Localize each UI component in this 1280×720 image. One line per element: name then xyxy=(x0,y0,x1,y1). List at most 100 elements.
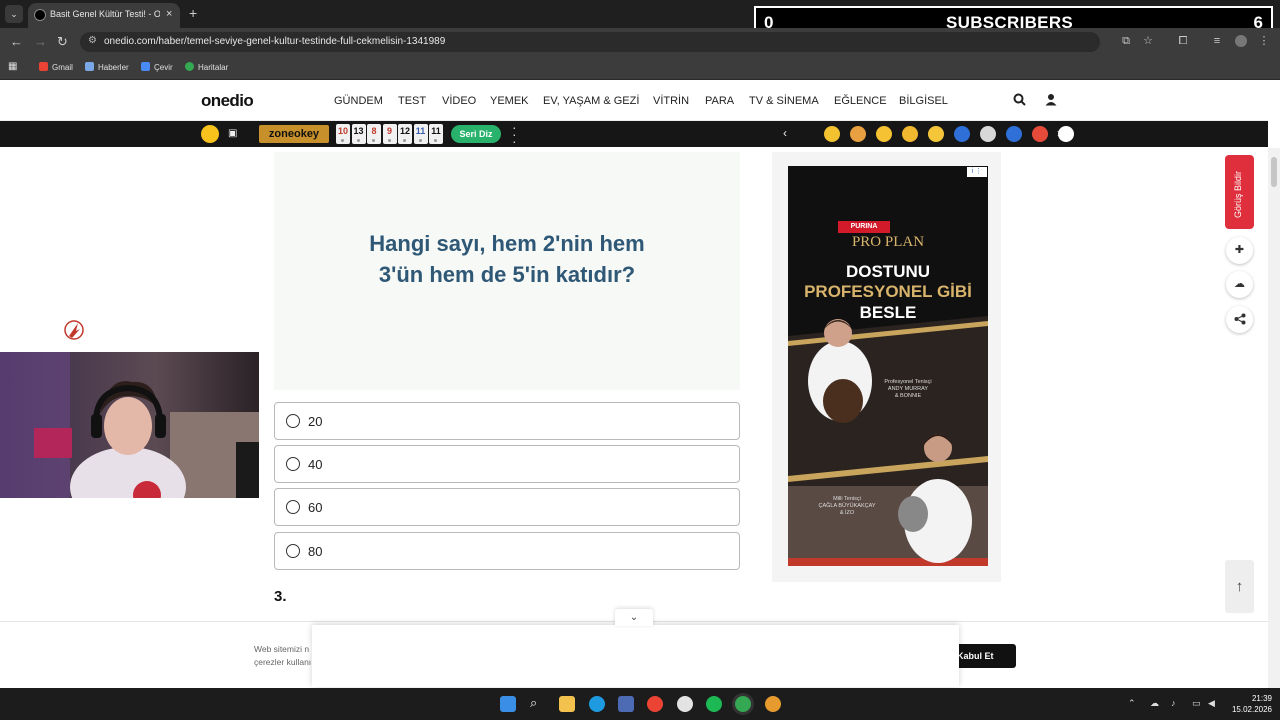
okey-tile[interactable]: 9 xyxy=(382,124,397,144)
okey-tile[interactable]: 11 xyxy=(429,124,443,144)
okey-tile[interactable]: 10 xyxy=(336,124,350,144)
tray-mic-icon[interactable]: ♪ xyxy=(1171,698,1176,708)
nav-test[interactable]: TEST xyxy=(398,95,426,107)
bookmark-cevir[interactable]: Çevir xyxy=(141,62,173,72)
answer-option-1[interactable]: 20 xyxy=(274,402,740,440)
okey-tile[interactable]: 8 xyxy=(367,124,381,144)
obs-icon[interactable] xyxy=(677,696,693,712)
okey-tile[interactable]: 13 xyxy=(351,124,366,144)
emoji-reaction-icon[interactable] xyxy=(928,126,944,142)
tray-cloud-icon[interactable]: ☁ xyxy=(1150,698,1159,709)
chrome-icon[interactable] xyxy=(647,696,663,712)
new-tab-icon[interactable]: + xyxy=(189,5,197,21)
tray-overflow-icon[interactable]: ⌃ xyxy=(1128,698,1136,709)
emoji-reaction-icon[interactable] xyxy=(1032,126,1048,142)
radio-icon[interactable] xyxy=(286,544,300,558)
windows-start-icon[interactable] xyxy=(500,696,516,712)
cookie-text: Web sitemizi n çerezler kullanı xyxy=(254,643,312,669)
scrollbar-thumb[interactable] xyxy=(1271,157,1277,187)
radio-icon[interactable] xyxy=(286,500,300,514)
edge-icon[interactable] xyxy=(589,696,605,712)
nav-video[interactable]: VİDEO xyxy=(442,95,476,107)
nav-bilgisel[interactable]: BİLGİSEL xyxy=(899,95,948,107)
media-icon[interactable]: ≡ xyxy=(1211,35,1223,47)
nav-gundem[interactable]: GÜNDEM xyxy=(334,95,383,107)
zoneokey-logo[interactable]: zoneokey xyxy=(259,125,329,143)
tray-network-icon[interactable]: ▭ xyxy=(1192,698,1201,709)
install-icon[interactable]: ⧉ xyxy=(1120,35,1132,47)
site-info-icon[interactable]: ⚙ xyxy=(88,35,97,46)
bookmark-star-icon[interactable]: ☆ xyxy=(1142,35,1154,47)
browser-tab[interactable]: Basit Genel Kültür Testi! - Onedi × xyxy=(28,3,180,28)
ad-product-name: PRO PLAN xyxy=(851,234,925,250)
system-clock[interactable]: 21:39 15.02.2026 xyxy=(1228,693,1272,715)
answer-option-2[interactable]: 40 xyxy=(274,445,740,483)
nav-vitrin[interactable]: VİTRİN xyxy=(653,95,689,107)
address-bar-row: ← → ↻ ⚙ onedio.com/haber/temel-seviye-ge… xyxy=(0,28,1280,56)
forward-icon[interactable]: → xyxy=(34,34,47,49)
feedback-button[interactable]: Görüş Bildir xyxy=(1225,155,1254,229)
emoji-reaction-icon[interactable] xyxy=(850,126,866,142)
tray-volume-icon[interactable]: ◀ xyxy=(1208,698,1215,709)
next-question-number: 3. xyxy=(274,588,287,605)
store-icon[interactable] xyxy=(618,696,634,712)
nav-ev-yasam-gezi[interactable]: EV, YAŞAM & GEZİ xyxy=(543,95,639,107)
okey-tile[interactable]: 12 xyxy=(398,124,412,144)
answer-label: 20 xyxy=(308,414,323,429)
ad-choices-icon[interactable]: i ⋮ xyxy=(967,167,987,177)
taskbar-search-icon[interactable]: ⌕ xyxy=(530,695,546,711)
strip-next-icon[interactable]: › xyxy=(1057,126,1061,140)
answer-option-3[interactable]: 60 xyxy=(274,488,740,526)
emoji-reaction-icon[interactable] xyxy=(876,126,892,142)
extensions-icon[interactable]: ⧠ xyxy=(1177,35,1189,47)
spotify-icon[interactable] xyxy=(706,696,722,712)
strip-prev-icon[interactable]: ‹ xyxy=(783,126,787,140)
app-icon[interactable] xyxy=(765,696,781,712)
collapse-ad-chevron-icon[interactable]: ⌄ xyxy=(615,609,653,626)
comments-icon[interactable]: ☁ xyxy=(1226,271,1253,298)
onedio-smiley-icon[interactable] xyxy=(201,125,219,143)
okey-tile[interactable]: 11 xyxy=(413,124,428,144)
nav-yemek[interactable]: YEMEK xyxy=(490,95,529,107)
nav-tv-sinema[interactable]: TV & SİNEMA xyxy=(749,95,819,107)
save-icon[interactable]: ✚ xyxy=(1226,237,1253,264)
bookmark-haberler[interactable]: Haberler xyxy=(85,62,129,72)
share-icon[interactable] xyxy=(1226,306,1253,333)
radio-icon[interactable] xyxy=(286,414,300,428)
radio-icon[interactable] xyxy=(286,457,300,471)
bookmark-gmail[interactable]: Gmail xyxy=(39,62,73,72)
file-explorer-icon[interactable] xyxy=(559,696,575,712)
back-icon[interactable]: ← xyxy=(10,34,23,49)
nav-eglence[interactable]: EĞLENCE xyxy=(834,95,887,107)
tab-title: Basit Genel Kültür Testi! - Onedi xyxy=(50,9,160,19)
chrome-active-icon[interactable] xyxy=(735,696,751,712)
emoji-reaction-icon[interactable] xyxy=(902,126,918,142)
sticky-ad-overlay[interactable] xyxy=(312,625,959,687)
webcam-feed xyxy=(0,352,259,498)
user-icon[interactable] xyxy=(1045,93,1057,109)
url-field[interactable]: ⚙ onedio.com/haber/temel-seviye-genel-ku… xyxy=(80,32,1100,52)
emoji-reaction-icon[interactable] xyxy=(1006,126,1022,142)
feedback-label: Görüş Bildir xyxy=(1233,170,1243,218)
scroll-to-top-button[interactable]: ↑ xyxy=(1225,560,1254,613)
tab-search-button[interactable]: ⌄ xyxy=(5,5,23,23)
emoji-reaction-icon[interactable] xyxy=(954,126,970,142)
screen: ⌄ Basit Genel Kültür Testi! - Onedi × + … xyxy=(0,0,1280,720)
answer-option-4[interactable]: 80 xyxy=(274,532,740,570)
seri-diz-button[interactable]: Seri Diz xyxy=(451,125,501,143)
accept-cookies-label: Kabul Et xyxy=(957,651,994,661)
onedio-logo[interactable]: onedio xyxy=(201,91,254,111)
game-icon[interactable]: ▣ xyxy=(228,128,237,139)
menu-icon[interactable]: ⋮ xyxy=(1258,35,1270,47)
emoji-reaction-icon[interactable] xyxy=(980,126,996,142)
profile-icon[interactable] xyxy=(1235,35,1247,47)
strip-more-icon[interactable]: · · · xyxy=(512,120,517,148)
search-icon[interactable] xyxy=(1013,93,1026,109)
apps-icon[interactable]: ▦ xyxy=(8,61,17,72)
reload-icon[interactable]: ↻ xyxy=(57,34,68,50)
emoji-reaction-icon[interactable] xyxy=(824,126,840,142)
page-scrollbar[interactable] xyxy=(1268,148,1280,688)
nav-para[interactable]: PARA xyxy=(705,95,734,107)
tab-close-icon[interactable]: × xyxy=(166,8,172,20)
bookmark-haritalar[interactable]: Haritalar xyxy=(185,62,228,72)
